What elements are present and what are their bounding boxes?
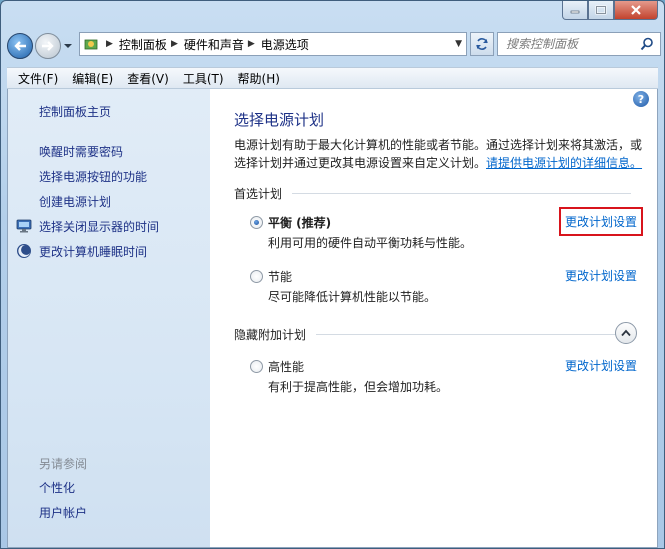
menu-tools[interactable]: 工具(T) — [176, 70, 231, 87]
group-label: 首选计划 — [234, 186, 283, 201]
plan-radio-high-performance[interactable] — [250, 360, 263, 373]
help-button[interactable]: ? — [633, 91, 649, 107]
breadcrumb-power-options[interactable]: 电源选项 — [261, 36, 309, 53]
sidebar-link-user-accounts[interactable]: 用户帐户 — [8, 500, 210, 525]
caption-buttons — [562, 1, 658, 20]
sidebar-link-label: 创建电源计划 — [39, 195, 112, 209]
sidebar-link-label: 个性化 — [39, 481, 76, 495]
search-icon[interactable] — [640, 37, 654, 51]
plan-radio-balanced[interactable] — [250, 216, 263, 229]
plan-name[interactable]: 节能 — [268, 268, 292, 285]
plan-power-saver: 节能 尽可能降低计算机性能以节能。 更改计划设置 — [250, 265, 637, 305]
menu-bar: 文件(F) 编辑(E) 查看(V) 工具(T) 帮助(H) — [7, 67, 658, 89]
breadcrumb-control-panel[interactable]: 控制面板 — [119, 36, 167, 53]
sidebar-link-label: 用户帐户 — [39, 506, 88, 520]
plan-description: 尽可能降低计算机性能以节能。 — [268, 290, 437, 304]
chevron-up-icon — [621, 329, 631, 337]
plan-name[interactable]: 平衡 (推荐) — [268, 214, 331, 231]
back-button[interactable] — [7, 33, 33, 59]
close-icon — [631, 5, 641, 15]
menu-help[interactable]: 帮助(H) — [231, 70, 287, 87]
search-input[interactable] — [506, 37, 634, 51]
collapse-hidden-plans-button[interactable] — [615, 322, 637, 344]
maximize-button[interactable] — [588, 1, 614, 20]
page-title: 选择电源计划 — [234, 111, 325, 129]
close-button[interactable] — [614, 1, 658, 20]
breadcrumb-separator: ▶ — [106, 39, 113, 49]
navigation-bar: ▶ 控制面板 ▶ 硬件和声音 ▶ 电源选项 ▼ — [7, 29, 661, 63]
sidebar-link-wake-password[interactable]: 唤醒时需要密码 — [8, 139, 210, 164]
sidebar-link-display-off[interactable]: 选择关闭显示器的时间 — [8, 214, 210, 239]
hidden-plans-group: 隐藏附加计划 — [234, 322, 637, 344]
breadcrumb-separator[interactable]: ▶ — [171, 39, 178, 49]
group-label: 隐藏附加计划 — [234, 327, 307, 342]
plan-high-performance: 高性能 有利于提高性能，但会增加功耗。 更改计划设置 — [250, 355, 637, 395]
main-pane: ? 选择电源计划 电源计划有助于最大化计算机的性能或者节能。通过选择计划来将其激… — [210, 89, 657, 547]
moon-icon — [17, 244, 31, 258]
minimize-icon — [570, 10, 580, 14]
see-also-heading: 另请参阅 — [39, 457, 88, 471]
back-arrow-icon — [14, 41, 26, 51]
search-box[interactable] — [497, 32, 661, 56]
change-plan-settings-link-power-saver[interactable]: 更改计划设置 — [565, 267, 637, 284]
address-dropdown[interactable]: ▼ — [455, 39, 462, 49]
plan-details-link[interactable]: 请提供电源计划的详细信息。 — [486, 156, 642, 170]
group-divider — [316, 333, 631, 335]
monitor-icon — [16, 219, 32, 233]
menu-view[interactable]: 查看(V) — [120, 70, 176, 87]
change-plan-settings-link-balanced[interactable]: 更改计划设置 — [558, 207, 644, 236]
address-bar[interactable]: ▶ 控制面板 ▶ 硬件和声音 ▶ 电源选项 ▼ — [79, 32, 467, 56]
control-panel-home-link[interactable]: 控制面板主页 — [39, 103, 111, 120]
menu-file[interactable]: 文件(F) — [11, 70, 65, 87]
see-also-links: 个性化 用户帐户 — [8, 475, 210, 525]
refresh-button[interactable] — [470, 32, 494, 56]
content-area: 控制面板主页 唤醒时需要密码 选择电源按钮的功能 创建电源计划 选择关闭显示器的… — [7, 89, 658, 548]
sidebar-link-personalization[interactable]: 个性化 — [8, 475, 210, 500]
question-mark-icon: ? — [637, 92, 645, 106]
breadcrumb-separator[interactable]: ▶ — [248, 39, 255, 49]
minimize-button[interactable] — [562, 1, 588, 20]
page-description: 电源计划有助于最大化计算机的性能或者节能。通过选择计划来将其激活，或选择计划并通… — [234, 136, 646, 172]
plan-radio-power-saver[interactable] — [250, 270, 263, 283]
menu-edit[interactable]: 编辑(E) — [65, 70, 120, 87]
maximize-icon — [595, 5, 607, 15]
sidebar-link-create-plan[interactable]: 创建电源计划 — [8, 189, 210, 214]
sidebar-link-label: 唤醒时需要密码 — [39, 145, 124, 159]
sidebar-link-label: 选择关闭显示器的时间 — [39, 220, 160, 234]
forward-arrow-icon — [42, 41, 54, 51]
forward-button[interactable] — [35, 33, 61, 59]
group-divider — [292, 192, 631, 194]
control-panel-icon — [80, 33, 102, 55]
sidebar-link-label: 选择电源按钮的功能 — [39, 170, 148, 184]
preferred-plans-group: 首选计划 — [234, 186, 631, 201]
sidebar-link-power-button[interactable]: 选择电源按钮的功能 — [8, 164, 210, 189]
change-plan-settings-link-high-performance[interactable]: 更改计划设置 — [565, 357, 637, 374]
control-panel-window: ▶ 控制面板 ▶ 硬件和声音 ▶ 电源选项 ▼ 文件(F) 编辑(E) 查看(V… — [0, 0, 665, 549]
breadcrumb-hardware-sound[interactable]: 硬件和声音 — [184, 36, 244, 53]
task-pane: 控制面板主页 唤醒时需要密码 选择电源按钮的功能 创建电源计划 选择关闭显示器的… — [8, 89, 210, 547]
plan-balanced: 平衡 (推荐) 利用可用的硬件自动平衡功耗与性能。 更改计划设置 — [250, 207, 644, 251]
recent-pages-dropdown[interactable] — [62, 33, 74, 59]
sidebar-link-label: 更改计算机睡眠时间 — [39, 245, 148, 259]
plan-description: 利用可用的硬件自动平衡功耗与性能。 — [268, 236, 473, 250]
sidebar-link-sleep-time[interactable]: 更改计算机睡眠时间 — [8, 239, 210, 264]
task-links: 唤醒时需要密码 选择电源按钮的功能 创建电源计划 选择关闭显示器的时间 更改计算… — [8, 139, 210, 264]
plan-name[interactable]: 高性能 — [268, 358, 304, 375]
refresh-icon — [476, 38, 488, 50]
plan-description: 有利于提高性能，但会增加功耗。 — [268, 380, 449, 394]
chevron-down-icon — [64, 44, 72, 48]
